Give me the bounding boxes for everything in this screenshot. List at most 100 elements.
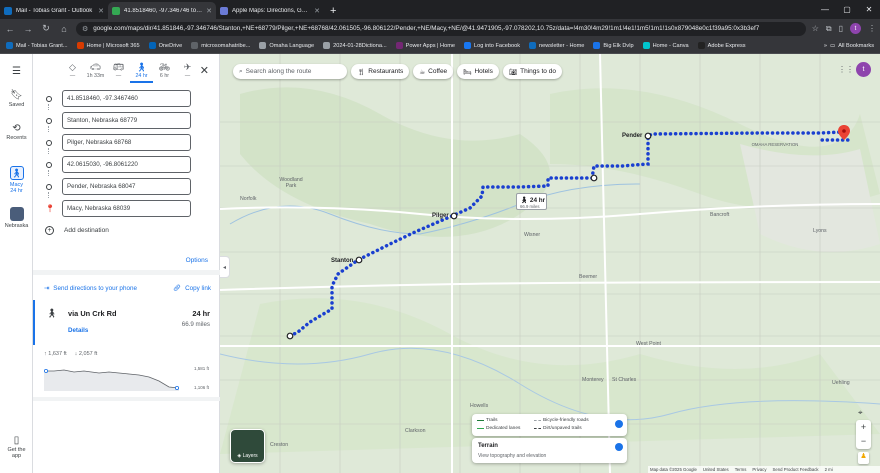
recents-button[interactable]: ⟲ Recents [0, 123, 33, 141]
destination-pin-icon: 📍︎ [45, 204, 56, 213]
copy-link-button[interactable]: 🔗︎ Copy link [173, 284, 211, 293]
camera-icon: 📷︎ [508, 68, 518, 76]
menu-kebab-icon[interactable]: ⋮ [868, 24, 876, 33]
fork-knife-icon: 🍴︎ [357, 68, 366, 76]
mode-walk[interactable]: 🚶︎ 24 hr [130, 62, 153, 83]
bookmark-item[interactable]: Adobe Express [697, 42, 746, 49]
tab-apple-maps[interactable]: Apple Maps: Directions, Guides ✕ [216, 2, 324, 19]
close-icon[interactable]: ✕ [206, 7, 212, 15]
stop-input-5[interactable]: Pender, Nebraska 68047 [62, 178, 191, 195]
airplane-icon: ✈︎ [183, 62, 192, 72]
stop-input-3[interactable]: Pilger, Nebraska 68768 [62, 134, 191, 151]
history-icon: ⟲ [12, 123, 21, 134]
route-time-callout[interactable]: 🚶︎ 24 hr 66.9 miles [516, 193, 547, 210]
recent-item-macy[interactable]: 🚶︎ Macy 24 hr [0, 166, 33, 194]
bookmark-item[interactable]: 2024-01-28Dictiona... [323, 42, 387, 49]
bookmark-item[interactable]: Big Elk Dvlp [593, 42, 634, 49]
close-icon[interactable]: ✕ [98, 7, 104, 15]
close-icon[interactable]: ✕ [314, 7, 320, 15]
feedback-link[interactable]: Send Product Feedback [772, 467, 818, 472]
options-link[interactable]: Options [186, 257, 208, 264]
bookmark-favicon-icon [529, 42, 537, 49]
site-info-icon[interactable]: ⚙ [82, 25, 88, 33]
close-window-icon[interactable]: ✕ [858, 5, 880, 14]
map-label-pilger: Pilger [432, 213, 449, 219]
bookmark-item[interactable]: OneDrive [148, 42, 182, 49]
bookmark-item[interactable]: Mail - Tobias Grant... [6, 42, 68, 49]
terms-link[interactable]: Terms [735, 467, 747, 472]
mode-best[interactable]: ◇ — [61, 62, 84, 79]
mode-bike[interactable]: 🚲︎ 6 hr [153, 62, 176, 79]
mode-drive[interactable]: 🚗︎ 1h 33m [84, 62, 107, 79]
stop-input-1[interactable]: 41.8518460, -97.3467460 [62, 90, 191, 107]
address-bar[interactable]: ⚙ google.com/maps/dir/41.851846,-97.3467… [76, 21, 806, 36]
maximize-icon[interactable]: ▢ [836, 5, 858, 14]
mode-flight[interactable]: ✈︎ — [176, 62, 199, 79]
menu-button[interactable]: ☰ [0, 66, 33, 78]
home-icon[interactable]: ⌂ [58, 24, 70, 34]
waypoint-circle-icon [46, 118, 52, 124]
extensions-icon[interactable]: ⧉ [826, 24, 832, 34]
bookmark-item[interactable]: Log into Facebook [463, 42, 520, 49]
forward-icon[interactable]: → [22, 24, 34, 34]
terrain-toggle[interactable] [615, 443, 623, 451]
search-along-route-input[interactable]: ⌕ Search along the route [233, 64, 347, 79]
mode-label: — [184, 73, 191, 79]
add-destination-button[interactable]: + Add destination [45, 226, 109, 235]
saved-button[interactable]: 🔖︎ Saved [0, 90, 33, 108]
recent-sub: 24 hr [10, 188, 23, 194]
tab-outlook[interactable]: Mail - Tobias Grant - Outlook ✕ [0, 2, 108, 19]
get-app-button[interactable]: ▯ Get the app [0, 435, 33, 459]
bicycling-toggle[interactable] [615, 420, 623, 428]
bookmark-item[interactable]: Omaha Language [259, 42, 314, 49]
legend-swatch [477, 427, 484, 430]
chip-hotels[interactable]: 🛏︎ Hotels [457, 64, 499, 79]
bookmark-item[interactable]: newsletter - Home [529, 42, 584, 49]
tab-google-maps[interactable]: 41.8518460, -97.346746 to Macy ✕ [108, 2, 216, 19]
bookmark-item[interactable]: microsomahatribe... [191, 42, 250, 49]
profile-avatar[interactable]: t [850, 23, 861, 34]
account-avatar[interactable]: t [856, 62, 871, 77]
my-location-icon[interactable]: ⌖ [858, 408, 869, 419]
stop-input-6[interactable]: Macy, Nebraska 68039 [62, 200, 191, 217]
all-bookmarks-button[interactable]: » ▭ All Bookmarks [824, 43, 874, 49]
link-icon: 🔗︎ [173, 285, 182, 292]
attribution-country[interactable]: United States [703, 467, 729, 472]
window-controls: — ▢ ✕ [814, 0, 880, 19]
layers-button[interactable]: ◈ Layers [230, 429, 265, 463]
chip-things-to-do[interactable]: 📷︎ Things to do [502, 64, 562, 79]
privacy-link[interactable]: Privacy [752, 467, 766, 472]
coffee-icon: ☕︎ [419, 68, 426, 76]
new-tab-button[interactable]: + [324, 5, 342, 19]
terrain-layer-card: Terrain View topography and elevation [472, 438, 627, 463]
bookmark-favicon-icon [642, 42, 650, 49]
google-apps-icon[interactable]: ⋮⋮ [838, 65, 854, 74]
map-attribution: Map data ©2025 Google United States Term… [648, 466, 880, 473]
sidebar-icon[interactable]: ▯ [839, 24, 843, 33]
zoom-in-button[interactable]: + [856, 420, 871, 434]
send-to-phone-button[interactable]: ⇥ Send directions to your phone [44, 285, 137, 292]
scale-label: 2 mi [824, 467, 833, 472]
route-option-card[interactable]: 🚶︎ via Un Crk Rd 24 hr 66.9 miles Detail… [33, 300, 220, 345]
street-view-pegman-icon[interactable]: ♟ [858, 452, 869, 464]
collapse-panel-button[interactable]: ◂ [220, 256, 230, 278]
back-icon[interactable]: ← [4, 24, 16, 34]
close-directions-icon[interactable]: ✕ [200, 64, 209, 77]
bookmark-star-icon[interactable]: ☆ [812, 24, 819, 33]
minimize-icon[interactable]: — [814, 5, 836, 14]
reload-icon[interactable]: ↻ [40, 23, 52, 34]
bookmark-item[interactable]: Power Apps | Home [395, 42, 455, 49]
zoom-out-button[interactable]: − [856, 434, 871, 448]
stop-input-2[interactable]: Stanton, Nebraska 68779 [62, 112, 191, 129]
recent-item-nebraska[interactable]: Nebraska [0, 207, 33, 229]
mode-transit[interactable]: 🚌︎ — [107, 62, 130, 79]
map-canvas[interactable] [220, 54, 880, 473]
chip-coffee[interactable]: ☕︎ Coffee [413, 64, 454, 79]
more-chevron-icon[interactable]: » [824, 43, 827, 49]
chip-restaurants[interactable]: 🍴︎ Restaurants [351, 64, 410, 79]
bookmark-item[interactable]: Home | Microsoft 365 [76, 42, 140, 49]
stop-input-4[interactable]: 42.0615030, -96.8061220 [62, 156, 191, 173]
bookmark-item[interactable]: Home - Canva [642, 42, 689, 49]
route-details-link[interactable]: Details [68, 327, 88, 334]
walk-icon: 🚶︎ [9, 166, 24, 180]
